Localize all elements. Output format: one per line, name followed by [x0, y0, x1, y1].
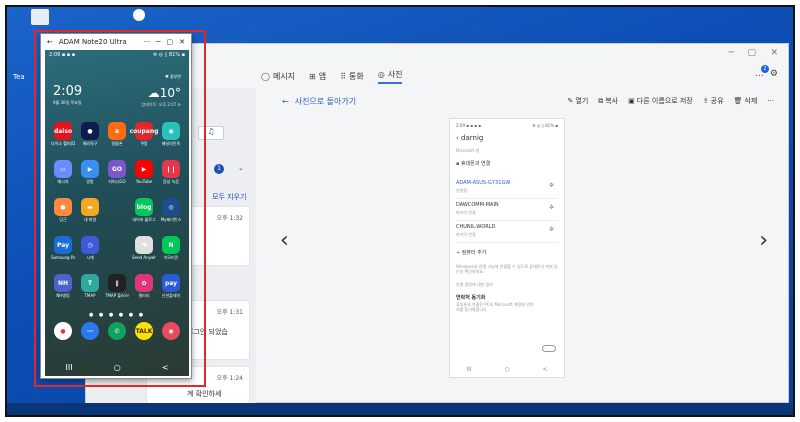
save-as-label: 다른 이름으로 저장: [636, 97, 693, 105]
notification-time: 오후 1:31: [216, 309, 243, 316]
notification-time: 오후 1:24: [216, 375, 243, 382]
device-name: CHUNIL-WORLD: [456, 224, 496, 230]
open-label: 열기: [575, 97, 589, 105]
shot-device: CHUNIL-WORLD 마지막 연결 ✲: [456, 221, 558, 243]
shot-row-label: 휴대폰과 연결: [460, 161, 491, 167]
tab-label: 앱: [318, 71, 327, 81]
minimize-icon[interactable]: ─: [729, 48, 734, 58]
notification-time: 오후 1:32: [216, 215, 243, 222]
close-icon[interactable]: ✕: [770, 48, 778, 58]
delete-button[interactable]: 🗑 삭제: [734, 96, 758, 106]
phone-link-icon: ▪: [456, 161, 460, 167]
shot-phone-link-row: ▪ 휴대폰과 연결: [456, 160, 558, 167]
gear-icon: ✲: [548, 182, 554, 189]
shot-section-ms: Microsoft 앱: [456, 148, 480, 153]
copy-label: 복사: [605, 97, 619, 105]
tab-label: 통화: [348, 71, 364, 81]
shot-device: DAWCOMM-MAIN 마지막 연결 ✲: [456, 199, 558, 221]
shot-account: ‹ darnig: [456, 134, 484, 142]
gear-icon: ✲: [548, 226, 554, 233]
shot-status-left: 2:09 ▪ ▪ ▪ ▪: [456, 123, 481, 128]
trash-icon: 🗑: [733, 97, 743, 105]
dialpad-icon: ⠿: [340, 71, 346, 81]
apps-icon: ⊞: [309, 71, 316, 81]
shot-navbar: III ○ <: [466, 366, 548, 373]
notification-badge: 2: [760, 65, 769, 73]
share-label: 공유: [710, 97, 724, 105]
chevron-down-icon[interactable]: ⌄: [238, 164, 244, 172]
shot-account-name: darnig: [461, 134, 484, 142]
plus-icon: +: [456, 250, 461, 256]
count-badge: 1: [214, 164, 224, 174]
device-sub: 연결됨: [456, 188, 468, 193]
shot-device-list: ADAM-ASUS-G731GW 연결됨 ✲ DAWCOMM-MAIN 마지막 연결 ✲…: [456, 177, 558, 243]
share-button[interactable]: ⇪ 공유: [703, 96, 724, 106]
desktop-icon[interactable]: [31, 9, 49, 25]
phone-screenshot-image: 2:09 ▪ ▪ ▪ ▪ ✲ ◎ ▯ 81% ▪ ‹ darnig Micros…: [449, 118, 565, 378]
copy-button[interactable]: ⧉ 복사: [598, 96, 618, 106]
add-pc-label: 컴퓨터 추가: [461, 250, 487, 256]
photo-viewer: ← 사진으로 돌아가기 ✎ 열기 ⧉ 복사 ▣ 다른 이름으로 저장 ⇪ 공유 🗑 삭제 …: [262, 88, 782, 400]
back-label: 사진으로 돌아가기: [294, 97, 357, 106]
open-icon: ✎: [567, 97, 574, 105]
tab-calls[interactable]: ⠿ 통화: [340, 71, 364, 82]
maximize-icon[interactable]: ▢: [747, 48, 756, 58]
tab-photos[interactable]: ◎ 사진: [377, 69, 403, 84]
shot-sync-desc: 휴대폰과 연결된 PC와 Microsoft 계정에 연락처를 동기화합니다: [456, 302, 534, 313]
shot-status-bar: 2:09 ▪ ▪ ▪ ▪ ✲ ◎ ▯ 81% ▪: [456, 123, 558, 128]
desktop-icon[interactable]: [133, 9, 145, 21]
device-name: ADAM-ASUS-G731GW: [456, 180, 511, 186]
tab-apps[interactable]: ⊞ 앱: [309, 71, 326, 82]
tab-label: 메시지: [272, 71, 296, 81]
open-button[interactable]: ✎ 열기: [568, 96, 589, 106]
window-actions: … 2 ⚙: [755, 65, 778, 79]
back-to-photos-link[interactable]: ← 사진으로 돌아가기: [282, 96, 356, 107]
clear-all-button[interactable]: 모두 지우기: [212, 192, 246, 202]
gear-icon: ✲: [548, 204, 554, 211]
delete-label: 삭제: [744, 97, 758, 105]
device-name: DAWCOMM-MAIN: [456, 202, 499, 208]
device-sub: 마지막 연결: [456, 210, 476, 215]
more-button[interactable]: ···: [767, 96, 774, 106]
notification-icon[interactable]: … 2: [755, 65, 769, 79]
save-as-button[interactable]: ▣ 다른 이름으로 저장: [628, 96, 693, 106]
viewer-toolbar: ✎ 열기 ⧉ 복사 ▣ 다른 이름으로 저장 ⇪ 공유 🗑 삭제 ···: [568, 96, 775, 106]
share-icon: ⇪: [702, 97, 709, 105]
shot-section-other: 연결 설정에 대한 정보: [456, 282, 493, 288]
arrow-left-icon: ←: [282, 97, 289, 106]
notification-text: 계 확인하세: [187, 390, 222, 398]
save-icon: ▣: [628, 97, 635, 105]
taskbar: [7, 403, 793, 415]
next-arrow-icon[interactable]: ›: [759, 228, 768, 253]
previous-arrow-icon[interactable]: ‹: [280, 228, 289, 253]
shot-toggle: [542, 345, 556, 352]
settings-icon[interactable]: ⚙: [770, 69, 778, 79]
photo-icon: ◎: [377, 69, 385, 79]
desktop-icon-label[interactable]: Tea: [13, 73, 25, 81]
highlight-box: [34, 30, 206, 387]
device-sub: 마지막 연결: [456, 232, 476, 237]
tab-messages[interactable]: ◯ 메시지: [261, 71, 295, 82]
shot-note: Windows와 연결 기능에 연결할 수 있도록 휴대폰이 켜져 있는지 확인…: [456, 264, 558, 275]
shot-add-pc: + 컴퓨터 추가: [456, 249, 558, 256]
shot-status-right: ✲ ◎ ▯ 81% ▪: [532, 123, 558, 128]
tab-label: 사진: [387, 69, 403, 79]
desktop: Tea ─ ▢ ✕ ◯ 메시지 ⊞ 앱 ⠿ 통화 ◎ 사진 … 2 ⚙ ♫ 1 ⌄ 모두 …: [5, 5, 795, 417]
shot-sync-title: 연락처 동기화: [456, 295, 486, 302]
copy-icon: ⧉: [598, 96, 604, 105]
shot-device: ADAM-ASUS-G731GW 연결됨 ✲: [456, 177, 558, 199]
chat-icon: ◯: [261, 71, 270, 81]
